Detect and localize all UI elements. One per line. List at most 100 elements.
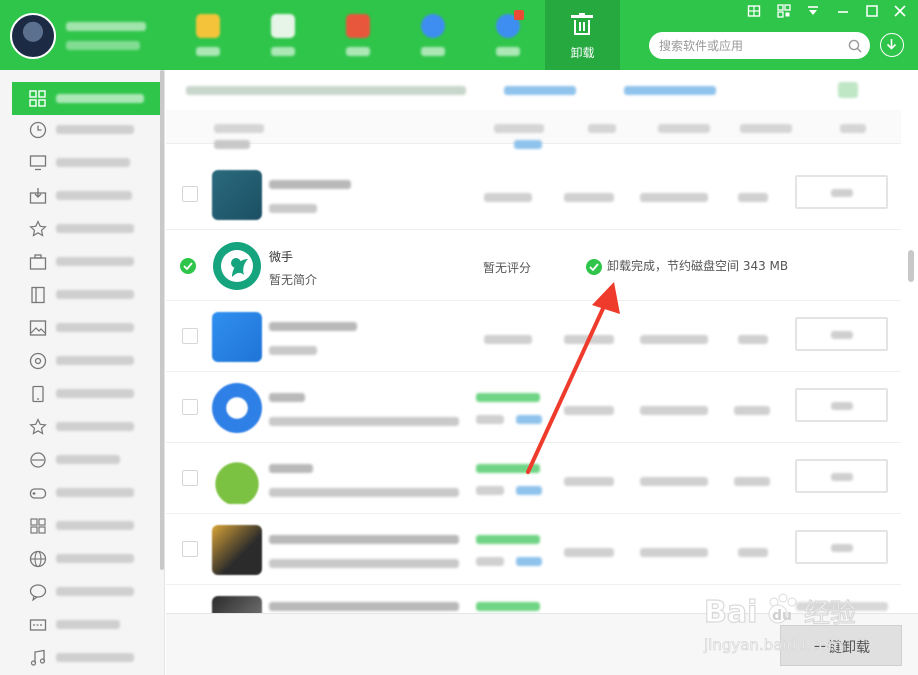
table-row[interactable] bbox=[166, 444, 901, 514]
list-item bbox=[514, 140, 542, 149]
app-tag bbox=[516, 415, 542, 424]
sidebar-item-chat[interactable] bbox=[0, 575, 158, 608]
close-icon[interactable] bbox=[892, 4, 908, 20]
filter-link[interactable] bbox=[504, 86, 576, 95]
app-size bbox=[564, 406, 614, 415]
uninstall-button[interactable] bbox=[795, 459, 888, 493]
column-header[interactable] bbox=[588, 124, 616, 133]
sidebar-item-media[interactable] bbox=[0, 344, 158, 377]
sidebar-item-label bbox=[56, 125, 134, 134]
tab-upgrade[interactable] bbox=[470, 0, 545, 70]
app-tag bbox=[516, 486, 542, 495]
user-subtitle bbox=[66, 41, 140, 50]
menu-dropdown-icon[interactable] bbox=[805, 4, 821, 20]
briefcase-icon bbox=[29, 254, 47, 270]
row-checkbox[interactable] bbox=[182, 328, 198, 344]
sidebar-item-label bbox=[56, 488, 134, 497]
minimize-icon[interactable] bbox=[835, 4, 851, 20]
sidebar-scrollbar[interactable] bbox=[160, 70, 164, 570]
sidebar-item-reading[interactable] bbox=[0, 278, 158, 311]
app-name bbox=[269, 180, 351, 189]
filter-link[interactable] bbox=[624, 86, 716, 95]
app-date bbox=[640, 335, 708, 344]
search-icon[interactable] bbox=[848, 38, 862, 53]
column-header[interactable] bbox=[214, 124, 264, 133]
tab-books[interactable] bbox=[320, 0, 395, 70]
row-checkbox[interactable] bbox=[182, 399, 198, 415]
sidebar bbox=[0, 70, 165, 675]
sidebar-item-browser[interactable] bbox=[0, 443, 158, 476]
view-toggle[interactable] bbox=[838, 82, 858, 98]
app-desc bbox=[269, 417, 459, 426]
sidebar-item-image[interactable] bbox=[0, 311, 158, 344]
sidebar-item-download[interactable] bbox=[0, 179, 158, 212]
sidebar-item-favorite[interactable] bbox=[0, 212, 158, 245]
sidebar-item-tools[interactable] bbox=[0, 608, 158, 641]
sidebar-item-network[interactable] bbox=[0, 542, 158, 575]
maximize-icon[interactable] bbox=[864, 4, 880, 20]
list-scrollbar[interactable] bbox=[908, 250, 914, 282]
sidebar-item-mobile[interactable] bbox=[0, 377, 158, 410]
sidebar-item-label bbox=[56, 94, 144, 103]
app-name bbox=[269, 602, 459, 611]
sidebar-item-work[interactable] bbox=[0, 245, 158, 278]
row-checkbox[interactable] bbox=[182, 541, 198, 557]
sidebar-item-unused[interactable] bbox=[0, 146, 158, 179]
sidebar-item-label bbox=[56, 224, 134, 233]
tab-games[interactable] bbox=[170, 0, 245, 70]
disc-icon bbox=[29, 352, 47, 370]
download-icon[interactable] bbox=[880, 33, 904, 57]
table-row[interactable]: 微手 暂无简介 暂无评分 卸载完成，节约磁盘空间 343 MB bbox=[166, 231, 901, 301]
app-icon bbox=[212, 383, 262, 433]
table-row[interactable] bbox=[166, 302, 901, 372]
uninstall-button[interactable] bbox=[795, 175, 888, 209]
app-tag bbox=[516, 557, 542, 566]
table-row[interactable] bbox=[166, 160, 901, 230]
app-frequency bbox=[738, 335, 768, 344]
avatar[interactable] bbox=[10, 13, 56, 59]
row-checkbox[interactable] bbox=[182, 186, 198, 202]
qrcode-icon[interactable] bbox=[776, 4, 792, 20]
star-outline-icon bbox=[29, 418, 47, 435]
shirt-icon[interactable] bbox=[746, 4, 762, 20]
tab-update[interactable] bbox=[395, 0, 470, 70]
column-header[interactable] bbox=[740, 124, 792, 133]
sidebar-item-music[interactable] bbox=[0, 641, 158, 674]
table-row[interactable] bbox=[166, 373, 901, 443]
tab-uninstall[interactable]: 卸载 bbox=[545, 0, 620, 70]
app-name bbox=[269, 322, 357, 331]
download-box-icon bbox=[29, 188, 47, 204]
sidebar-item-system[interactable] bbox=[0, 509, 158, 542]
list-item bbox=[214, 140, 250, 149]
sidebar-item-label bbox=[56, 290, 134, 299]
windows-icon bbox=[30, 518, 46, 534]
sidebar-item-label bbox=[56, 158, 130, 167]
sidebar-item-label bbox=[56, 356, 134, 365]
clock-icon bbox=[29, 121, 47, 139]
gamepad-icon bbox=[29, 488, 47, 499]
uninstall-button[interactable] bbox=[795, 388, 888, 422]
table-row[interactable] bbox=[166, 515, 901, 585]
sidebar-item-featured[interactable] bbox=[0, 410, 158, 443]
app-name bbox=[269, 464, 313, 473]
app-rating-stars bbox=[476, 602, 540, 611]
column-header[interactable] bbox=[840, 124, 866, 133]
search-input[interactable] bbox=[659, 37, 839, 54]
sidebar-item-games[interactable] bbox=[0, 476, 158, 509]
uninstall-button[interactable] bbox=[795, 317, 888, 351]
column-header[interactable] bbox=[494, 124, 544, 133]
sidebar-item-all[interactable] bbox=[12, 82, 160, 115]
column-header[interactable] bbox=[658, 124, 710, 133]
svg-text:经验: 经验 bbox=[804, 599, 856, 629]
tab-software[interactable] bbox=[245, 0, 320, 70]
sidebar-item-label bbox=[56, 653, 134, 662]
trash-icon bbox=[571, 13, 593, 35]
app-desc bbox=[269, 346, 317, 355]
row-checkbox[interactable] bbox=[182, 470, 198, 486]
sidebar-item-recent[interactable] bbox=[0, 113, 158, 146]
search-box[interactable] bbox=[649, 32, 870, 59]
music-icon bbox=[30, 649, 46, 666]
uninstall-button[interactable] bbox=[795, 530, 888, 564]
game-icon bbox=[196, 14, 220, 38]
sidebar-item-label bbox=[56, 422, 134, 431]
